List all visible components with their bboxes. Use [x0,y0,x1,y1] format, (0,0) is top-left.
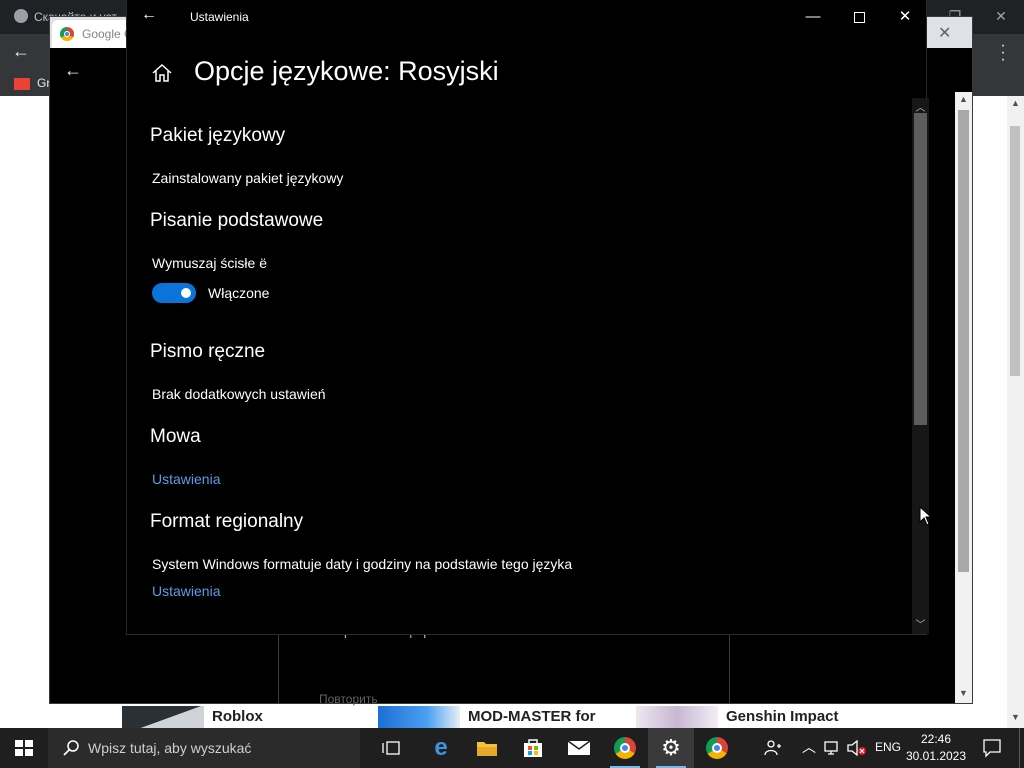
close-button[interactable]: ✕ [882,0,928,34]
window-title: Ustawienia [190,10,249,24]
task-view-button[interactable] [368,728,414,768]
toggle-state-label: Włączone [208,285,270,301]
notification-icon[interactable] [982,738,1002,758]
edge-icon: e [434,734,448,761]
regional-format-settings-link[interactable]: Ustawienia [152,583,220,599]
globe-icon [14,9,28,23]
section-heading-regional-format: Format regionalny [150,511,304,532]
scroll-up-arrow-icon[interactable]: ︿ [912,99,929,114]
game-card[interactable]: Roblox [122,706,368,728]
mouse-cursor-icon [919,506,933,526]
page-scrollbar[interactable]: ▲ ▼ [1007,96,1024,728]
clock-time: 22:46 [920,732,952,746]
regional-format-description: System Windows formatuje daty i godziny … [152,556,573,572]
scroll-down-arrow-icon[interactable]: ﹀ [912,616,929,631]
home-icon[interactable] [151,62,173,84]
menu-kebab-icon[interactable]: · · · [996,38,1010,68]
bookmark-label[interactable]: Gr [37,76,50,90]
network-icon[interactable] [824,740,842,756]
folder-icon [477,742,497,756]
back-arrow-icon[interactable]: ← [64,60,82,81]
game-thumbnail [122,706,204,728]
minimize-button[interactable]: — [790,0,836,34]
store-bag-icon [524,739,542,757]
maximize-icon [853,11,865,23]
chrome-icon [706,737,728,759]
section-heading-language-pack: Pakiet językowy [150,125,286,146]
browser-tab-title: Google C [82,27,133,41]
search-placeholder: Wpisz tutaj, aby wyszukać [88,740,252,756]
input-language-indicator[interactable]: ENG [875,740,901,754]
chrome-icon [60,27,74,41]
scrollbar-thumb[interactable] [914,113,927,425]
mail-icon [567,740,591,755]
edge-app-button[interactable]: e [418,728,464,768]
maximize-button[interactable] [836,0,882,34]
task-view-icon [382,741,400,755]
gear-icon: ⚙ [661,735,681,760]
game-card-name: MOD-MASTER for [468,708,596,725]
strict-yo-option-label: Wymuszaj ścisłe ё [152,255,268,271]
scroll-up-arrow-icon[interactable]: ▲ [955,94,972,104]
settings-window: ← Ustawienia — ✕ Opcje językowe: Rosyjsk… [127,0,929,634]
close-button[interactable]: ✕ [978,2,1024,30]
back-arrow-icon[interactable]: ← [141,6,157,24]
chevron-up-icon[interactable]: ︿ [802,737,816,757]
chrome-icon [614,737,636,759]
game-cards-row: Roblox MOD-MASTER for Genshin Impact [122,706,892,728]
file-explorer-button[interactable] [464,728,510,768]
speech-settings-link[interactable]: Ustawienia [152,471,220,487]
game-thumbnail [378,706,460,728]
strict-yo-toggle[interactable] [152,283,196,303]
page-scrollbar[interactable]: ▲ ▼ [955,92,972,703]
search-icon [63,740,79,756]
game-card-name: Roblox [212,708,263,725]
settings-app-button[interactable]: ⚙ [648,728,694,768]
store-app-button[interactable] [510,728,556,768]
scrollbar-thumb[interactable] [958,110,969,572]
scroll-up-arrow-icon[interactable]: ▲ [1007,98,1024,108]
section-heading-handwriting: Pismo ręczne [150,341,266,362]
toggle-knob [181,288,191,298]
people-icon[interactable] [763,738,783,758]
handwriting-status: Brak dodatkowych ustawień [152,386,326,402]
taskbar-search-box[interactable]: Wpisz tutaj, aby wyszukać [48,728,360,768]
taskbar: Wpisz tutaj, aby wyszukać e ⚙ ︿ ENG 22:4… [0,728,1024,768]
game-card-name: Genshin Impact [726,708,839,725]
windows-logo-icon [15,740,33,756]
gmail-icon[interactable] [14,78,30,90]
close-icon[interactable]: ✕ [938,23,951,43]
show-desktop-button[interactable] [1019,728,1024,768]
section-heading-speech: Mowa [150,426,201,447]
title-bar: ← Ustawienia — ✕ [127,0,926,34]
back-arrow-icon[interactable]: ← [12,41,30,62]
language-pack-status: Zainstalowany pakiet językowy [152,170,344,186]
retry-link[interactable]: Повторить [319,692,378,706]
scroll-down-arrow-icon[interactable]: ▼ [1007,712,1024,722]
game-card[interactable]: MOD-MASTER for [378,706,624,728]
volume-muted-icon[interactable] [847,740,867,756]
system-clock[interactable]: 22:46 30.01.2023 [904,731,968,765]
settings-scrollbar[interactable]: ︿ ﹀ [912,98,929,634]
mail-app-button[interactable] [556,728,602,768]
game-thumbnail [636,706,718,728]
start-button[interactable] [0,728,48,768]
page-title: Opcje językowe: Rosyjski [194,56,499,86]
chrome-app-button-2[interactable] [694,728,740,768]
scrollbar-thumb[interactable] [1010,126,1020,376]
chrome-app-button[interactable] [602,728,648,768]
clock-date: 30.01.2023 [905,749,967,763]
scroll-down-arrow-icon[interactable]: ▼ [955,688,972,698]
game-card[interactable]: Genshin Impact [636,706,892,728]
section-heading-basic-typing: Pisanie podstawowe [150,210,324,231]
